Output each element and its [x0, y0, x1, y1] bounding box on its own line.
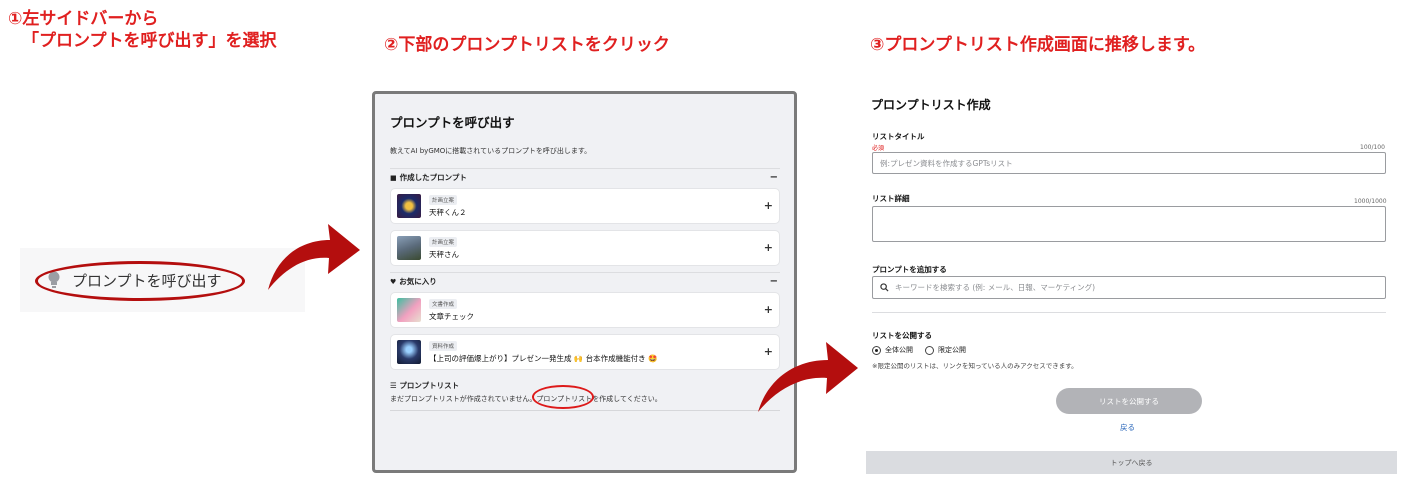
search-icon [880, 283, 889, 292]
section-label: 作成したプロンプト [399, 173, 467, 182]
collapse-icon[interactable]: − [770, 276, 778, 287]
prompt-call-panel: プロンプトを呼び出す 教えてAI byGMOに搭載されているプロンプトを呼び出し… [372, 91, 797, 473]
arrow-1 [268, 224, 360, 290]
list-detail-label: リスト詳細 [872, 194, 910, 203]
prompt-thumbnail [397, 236, 421, 260]
publish-list-button[interactable]: リストを公開する [1056, 388, 1202, 414]
radio-limited[interactable]: 限定公開 [925, 345, 966, 355]
step3-title: ③プロンプトリスト作成画面に推移します。 [870, 35, 1206, 55]
category-badge: 計画立案 [429, 237, 458, 247]
prompt-thumbnail [397, 298, 421, 322]
radio-selected-icon [872, 345, 881, 355]
highlight-oval [532, 385, 594, 409]
prompt-search-input[interactable]: キーワードを検索する (例: メール、日報、マーケティング) [872, 276, 1386, 299]
panel-title: プロンプトを呼び出す [390, 115, 515, 130]
search-placeholder: キーワードを検索する (例: メール、日報、マーケティング) [895, 283, 1096, 292]
plus-icon[interactable]: + [764, 303, 773, 316]
title-counter: 100/100 [1360, 144, 1385, 151]
section-created-prompts[interactable]: ■ 作成したプロンプト − [390, 168, 780, 186]
back-to-top-bar[interactable]: トップへ戻る [866, 451, 1397, 474]
divider [872, 312, 1386, 313]
prompt-thumbnail [397, 194, 421, 218]
list-detail-textarea[interactable] [872, 206, 1386, 242]
arrow-2 [758, 342, 858, 412]
list-title-label: リストタイトル [872, 132, 925, 141]
folder-icon: ■ [390, 173, 397, 182]
plus-icon[interactable]: + [764, 199, 773, 212]
section-prompt-list: ☰ プロンプトリスト [390, 380, 459, 391]
prompt-card[interactable]: 文書作成 文章チェック + [390, 292, 780, 328]
highlight-oval [35, 261, 245, 301]
radio-label: 全体公開 [885, 346, 913, 354]
visibility-radio-group: 全体公開 限定公開 [872, 345, 978, 355]
publish-label: リストを公開する [872, 331, 932, 340]
panel-description: 教えてAI byGMOに搭載されているプロンプトを呼び出します。 [390, 147, 592, 155]
heart-icon: ♥ [390, 277, 397, 286]
prompt-card[interactable]: 計画立案 天秤くん２ + [390, 188, 780, 224]
step1-title-line1: ①左サイドバーから [8, 9, 159, 29]
add-prompt-label: プロンプトを追加する [872, 265, 947, 274]
section-label: お気に入り [399, 277, 437, 286]
detail-counter: 1000/1000 [1354, 198, 1387, 205]
visibility-note: ※限定公開のリストは、リンクを知っている人のみアクセスできます。 [872, 362, 1078, 370]
prompt-name: 天秤くん２ [429, 208, 467, 217]
category-badge: 資料作成 [429, 341, 458, 351]
form-title: プロンプトリスト作成 [871, 98, 991, 112]
collapse-icon[interactable]: − [770, 172, 778, 183]
radio-label: 限定公開 [938, 346, 966, 354]
step1-title-line2: 「プロンプトを呼び出す」を選択 [22, 31, 277, 51]
radio-unselected-icon [925, 345, 934, 355]
empty-text: を作成してください。 [592, 395, 662, 403]
category-badge: 計画立案 [429, 195, 458, 205]
required-badge: 必須 [872, 145, 885, 152]
back-link[interactable]: 戻る [1120, 422, 1135, 433]
step2-title: ②下部のプロンプトリストをクリック [384, 35, 670, 55]
section-favorites[interactable]: ♥ お気に入り − [390, 272, 780, 290]
radio-public[interactable]: 全体公開 [872, 345, 913, 355]
title-placeholder: 例:プレゼン資料を作成するGPTsリスト [880, 158, 1013, 168]
list-icon: ☰ [390, 381, 397, 390]
step1-title: ①左サイドバーから 「プロンプトを呼び出す」を選択 [8, 8, 277, 52]
empty-text: まだプロンプトリストが作成されていません。 [390, 395, 537, 403]
prompt-card[interactable]: 計画立案 天秤さん + [390, 230, 780, 266]
section-label: プロンプトリスト [399, 381, 460, 390]
plus-icon[interactable]: + [764, 241, 773, 254]
prompt-name: 【上司の評価爆上がり】プレゼン一発生成 🙌 台本作成機能付き 🤩 [429, 354, 658, 363]
prompt-thumbnail [397, 340, 421, 364]
prompt-name: 文章チェック [429, 312, 474, 321]
prompt-card[interactable]: 資料作成 【上司の評価爆上がり】プレゼン一発生成 🙌 台本作成機能付き 🤩 + [390, 334, 780, 370]
prompt-name: 天秤さん [429, 250, 459, 259]
list-title-input[interactable]: 例:プレゼン資料を作成するGPTsリスト [872, 152, 1386, 174]
category-badge: 文書作成 [429, 299, 458, 309]
